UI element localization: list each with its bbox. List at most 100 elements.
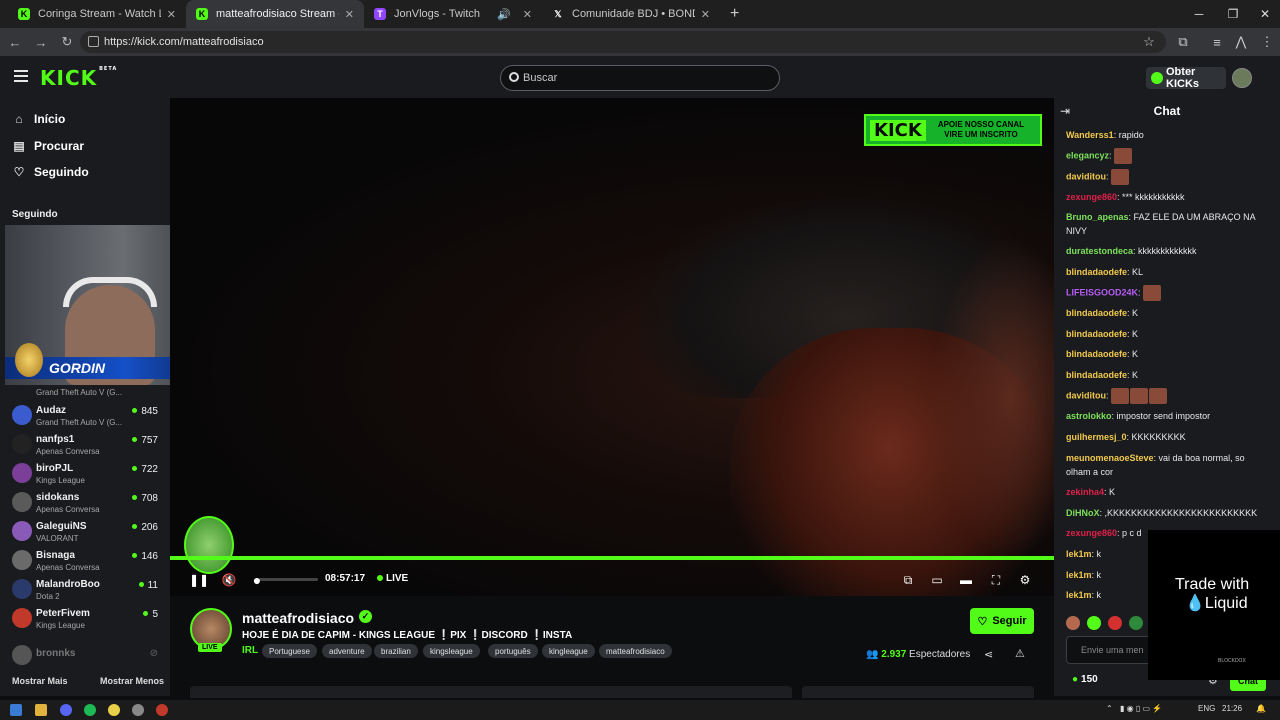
show-more-button[interactable]: Mostrar Mais (12, 676, 68, 686)
browser-tab[interactable]: K Coringa Stream - Watch Live o ✕ (8, 0, 186, 28)
sidebar-channel-item[interactable]: PeterFivem Kings League 5 (12, 606, 162, 634)
tray-icons[interactable]: ▮ ◉ ▯ ▭ ⚡ (1120, 704, 1162, 713)
mute-icon[interactable]: 🔇 (221, 572, 237, 588)
input-language[interactable]: ENG (1198, 704, 1215, 713)
tag-chip[interactable]: adventure (322, 644, 372, 658)
follow-button[interactable]: ♡ Seguir (970, 608, 1034, 634)
miniplayer-icon[interactable]: ⧉ (900, 572, 916, 588)
chat-username[interactable]: guilhermesj_0 (1066, 432, 1127, 442)
hamburger-menu-icon[interactable] (14, 70, 28, 82)
chat-username[interactable]: LIFEISGOOD24K (1066, 287, 1138, 297)
stream-progress-bar[interactable] (170, 556, 1054, 560)
extensions-icon[interactable]: ⧉ (1170, 28, 1196, 56)
sidebar-channel-item[interactable]: biroPJL Kings League 722 (12, 461, 162, 489)
theater-mode-icon[interactable]: ▬ (958, 572, 974, 588)
sidebar-item-procurar[interactable]: ▤ Procurar (12, 136, 84, 156)
chat-username[interactable]: blindadaodefe (1066, 349, 1127, 359)
chat-username[interactable]: lek1m (1066, 549, 1092, 559)
search-input[interactable]: Buscar (500, 65, 780, 91)
close-tab-icon[interactable]: ✕ (523, 8, 532, 21)
sidebar-channel-item[interactable]: sidokans Apenas Conversa 708 (12, 490, 162, 518)
report-icon[interactable]: ⚠ (1015, 647, 1025, 660)
emote-icon[interactable] (1129, 616, 1143, 630)
chat-username[interactable]: meunomenaoeSteve (1066, 453, 1154, 463)
windows-start-icon[interactable] (10, 704, 22, 716)
stream-category[interactable]: IRL (242, 645, 258, 656)
chat-username[interactable]: DiHNoX (1066, 508, 1100, 518)
reading-list-icon[interactable]: ≡ (1204, 28, 1230, 56)
chat-username[interactable]: Bruno_apenas (1066, 212, 1129, 222)
browser-tab[interactable]: T JonVlogs - Twitch 🔊 ✕ (364, 0, 542, 28)
forward-icon[interactable]: → (28, 29, 54, 55)
fullscreen-icon[interactable]: ⛶ (988, 572, 1004, 588)
chat-username[interactable]: blindadaodefe (1066, 267, 1127, 277)
tag-chip[interactable]: Portuguese (262, 644, 317, 658)
url-field[interactable]: https://kick.com/matteafrodisiaco (80, 31, 1166, 53)
sidebar-item-seguindo[interactable]: ♡ Seguindo (12, 162, 89, 182)
close-tab-icon[interactable]: ✕ (701, 8, 710, 21)
volume-handle-icon[interactable]: ● (250, 572, 264, 588)
browser-tab-active[interactable]: K matteafrodisiaco Stream - Watc ✕ (186, 0, 364, 28)
video-player[interactable]: KICK APOIE NOSSO CANAL VIRE UM INSCRITO (170, 98, 1054, 596)
speaker-icon[interactable]: 🔊 (497, 8, 511, 21)
reload-icon[interactable]: ↻ (54, 29, 80, 55)
tag-chip[interactable]: kingsleague (423, 644, 480, 658)
file-explorer-icon[interactable] (35, 704, 47, 716)
profile-icon[interactable]: ⋀ (1228, 28, 1254, 56)
chat-username[interactable]: blindadaodefe (1066, 308, 1127, 318)
advertisement[interactable]: Trade with 💧Liquid BLOCKDOX (1148, 530, 1280, 680)
app-icon[interactable] (156, 704, 168, 716)
get-kicks-button[interactable]: Obter KICKs (1146, 66, 1226, 90)
chat-username[interactable]: daviditou (1066, 171, 1106, 181)
restore-icon[interactable]: ❐ (1216, 0, 1250, 28)
chat-username[interactable]: elegancyz (1066, 150, 1109, 160)
discord-icon[interactable] (60, 704, 72, 716)
chat-username[interactable]: duratestondeca (1066, 246, 1133, 256)
close-tab-icon[interactable]: ✕ (345, 8, 354, 21)
user-avatar[interactable] (1232, 68, 1252, 88)
menu-icon[interactable]: ⋮ (1254, 28, 1280, 56)
sidebar-channel-item[interactable]: nanfps1 Apenas Conversa 757 (12, 432, 162, 460)
tag-chip[interactable]: português (488, 644, 538, 658)
steam-icon[interactable] (132, 704, 144, 716)
emote-icon[interactable] (1108, 616, 1122, 630)
share-icon[interactable]: ⋖ (984, 648, 993, 661)
close-window-icon[interactable]: ✕ (1248, 0, 1280, 28)
sidebar-channel-item[interactable]: GaleguiNS VALORANT 206 (12, 519, 162, 547)
sidebar-item-inicio[interactable]: ⌂ Início (12, 109, 65, 129)
tray-up-icon[interactable]: ⌃ (1106, 704, 1113, 713)
bookmark-star-icon[interactable]: ☆ (1136, 28, 1162, 56)
chrome-icon[interactable] (108, 704, 120, 716)
back-icon[interactable]: ← (2, 29, 28, 55)
clip-icon[interactable]: ▭ (929, 572, 945, 588)
notifications-icon[interactable]: 🔔 (1256, 704, 1266, 713)
tag-chip[interactable]: kingleague (542, 644, 595, 658)
settings-gear-icon[interactable]: ⚙ (1017, 572, 1033, 588)
chat-username[interactable]: astrolokko (1066, 411, 1112, 421)
kick-logo[interactable]: KICK BETA (40, 66, 117, 90)
chat-username[interactable]: zekinha4 (1066, 487, 1104, 497)
volume-slider[interactable] (258, 578, 318, 581)
tag-chip[interactable]: brazilian (374, 644, 418, 658)
minimize-icon[interactable]: ─ (1182, 0, 1216, 28)
sidebar-channel-item[interactable]: Bisnaga Apenas Conversa 146 (12, 548, 162, 576)
clock[interactable]: 21:26 (1222, 704, 1242, 713)
pause-icon[interactable]: ❚❚ (189, 572, 209, 588)
channel-name[interactable]: matteafrodisiaco (242, 610, 354, 626)
chat-username[interactable]: blindadaodefe (1066, 370, 1127, 380)
site-info-icon[interactable] (88, 36, 99, 47)
sidebar-channel-item[interactable]: MalandroBoo Dota 2 11 (12, 577, 162, 605)
show-less-button[interactable]: Mostrar Menos (100, 676, 164, 686)
chat-username[interactable]: zexunge860 (1066, 192, 1117, 202)
close-tab-icon[interactable]: ✕ (167, 8, 176, 21)
chat-username[interactable]: Wanderss1 (1066, 130, 1114, 140)
chat-username[interactable]: lek1m (1066, 570, 1092, 580)
offline-channel[interactable]: bronnks ⊘ (12, 643, 162, 671)
tag-chip[interactable]: matteafrodisiaco (599, 644, 672, 658)
emote-icon[interactable] (1087, 616, 1101, 630)
sidebar-channel-item[interactable]: Audaz Grand Theft Auto V (G... 845 (12, 403, 162, 431)
spotify-icon[interactable] (84, 704, 96, 716)
browser-tab[interactable]: 𝕏 Comunidade BDJ • BONDE DO ✕ (542, 0, 720, 28)
emote-icon[interactable] (1066, 616, 1080, 630)
new-tab-icon[interactable]: + (730, 5, 739, 23)
